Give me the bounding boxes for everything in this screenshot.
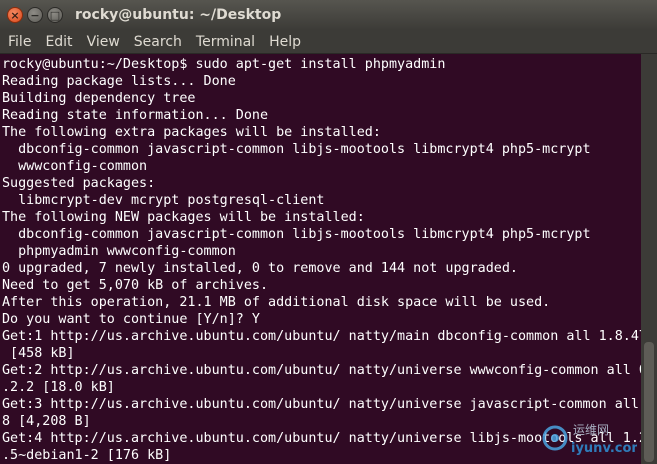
terminal-line: 8 [4,208 B] [2,414,91,429]
terminal-line: Need to get 5,070 kB of archives. [2,278,269,293]
terminal-line: .5~debian1-2 [176 kB] [2,448,172,463]
terminal-window: × − □ rocky@ubuntu: ~/Desktop File Edit … [0,0,657,464]
window-controls: × − □ [7,7,63,23]
menu-help[interactable]: Help [262,34,308,50]
terminal-line: The following extra packages will be ins… [2,125,381,140]
menu-bar: File Edit View Search Terminal Help [0,30,657,54]
close-icon[interactable]: × [7,7,23,23]
terminal-output[interactable]: rocky@ubuntu:~/Desktop$ sudo apt-get ins… [0,54,641,464]
terminal-line: [458 kB] [2,346,75,361]
maximize-icon[interactable]: □ [47,7,63,23]
terminal-line: dbconfig-common javascript-common libjs-… [2,227,591,242]
title-bar[interactable]: × − □ rocky@ubuntu: ~/Desktop [0,0,657,30]
terminal-line: 0 upgraded, 7 newly installed, 0 to remo… [2,261,518,276]
menu-view[interactable]: View [80,34,127,50]
menu-terminal[interactable]: Terminal [189,34,262,50]
terminal-text: rocky@ubuntu:~/Desktop$ sudo apt-get ins… [0,54,641,464]
terminal-line: Suggested packages: [2,176,156,191]
window-title: rocky@ubuntu: ~/Desktop [75,7,282,23]
terminal-line: .2.2 [18.0 kB] [2,380,115,395]
terminal-line: Do you want to continue [Y/n]? Y [2,312,260,327]
terminal-line: wwwconfig-common [2,159,148,174]
terminal-line: phpmyadmin wwwconfig-common [2,244,236,259]
terminal-line: Get:2 http://us.archive.ubuntu.com/ubunt… [2,363,641,378]
terminal-line: Get:1 http://us.archive.ubuntu.com/ubunt… [2,329,641,344]
menu-file[interactable]: File [0,34,38,50]
minimize-icon[interactable]: − [27,7,43,23]
scrollbar-thumb[interactable] [644,342,654,462]
terminal-line: dbconfig-common javascript-common libjs-… [2,142,591,157]
terminal-line: libmcrypt-dev mcrypt postgresql-client [2,193,325,208]
scrollbar[interactable] [641,54,657,464]
terminal-line: The following NEW packages will be insta… [2,210,365,225]
menu-search[interactable]: Search [127,34,189,50]
menu-edit[interactable]: Edit [38,34,79,50]
terminal-line: Reading package lists... Done [2,74,236,89]
terminal-line: Reading state information... Done [2,108,269,123]
terminal-line: Get:4 http://us.archive.ubuntu.com/ubunt… [2,431,641,446]
terminal-line: After this operation, 21.1 MB of additio… [2,295,551,310]
terminal-line: Get:3 http://us.archive.ubuntu.com/ubunt… [2,397,639,412]
terminal-line: Building dependency tree [2,91,196,106]
terminal-line: rocky@ubuntu:~/Desktop$ sudo apt-get ins… [2,57,446,72]
